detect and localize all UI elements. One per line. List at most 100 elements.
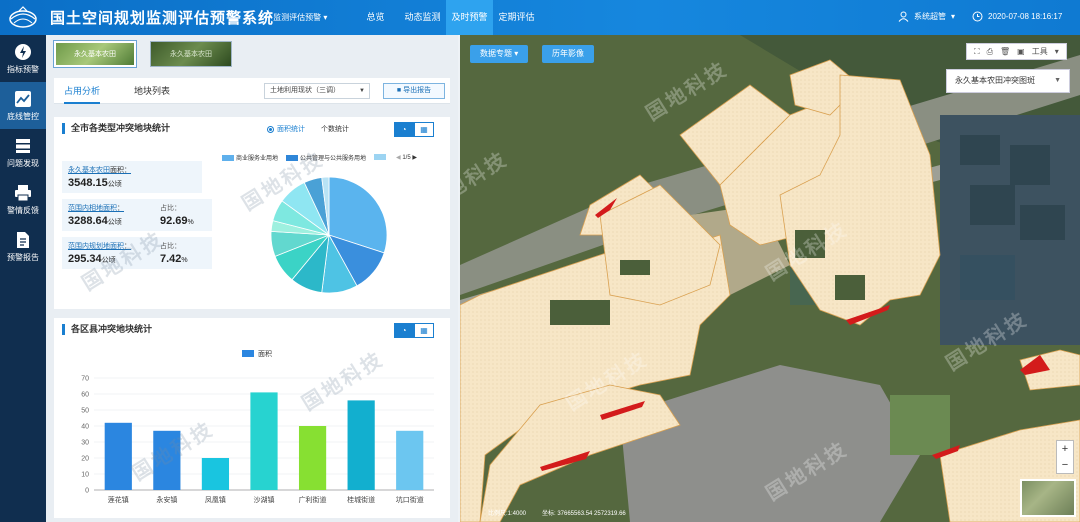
inside-area-link[interactable]: 范围内相地面积 <box>68 205 117 212</box>
sidebar-item-indicator-warning[interactable]: 指标预警 <box>0 35 46 82</box>
tab-occupation-analysis[interactable]: 占用分析 <box>64 78 101 104</box>
x-tick-label: 凤凰镇 <box>205 495 226 504</box>
bar[interactable] <box>396 430 424 490</box>
tools-label[interactable]: 工具 <box>1032 46 1048 57</box>
radio-dot <box>267 125 274 133</box>
analysis-panel: 永久基本农田 永久基本农田 占用分析 地块列表 土地利用现状（三调） ▼ ■ 导出… <box>46 35 458 522</box>
district-bar-chart: 面积 0 10 20 30 40 50 60 70 莲花镇 永安镇 凤凰镇 沙湖镇 广利街道 桂城街道 坑口街… <box>81 349 434 504</box>
bar[interactable] <box>153 430 181 490</box>
datetime-display: 2020-07-08 18:16:17 <box>972 11 1062 22</box>
history-imagery-button[interactable]: 历年影像 <box>542 45 594 63</box>
user-menu[interactable]: 系统超管 ▾ <box>898 11 955 22</box>
document-icon <box>17 231 29 248</box>
chevron-down-icon: ▼ <box>1054 77 1061 84</box>
outside-area-link[interactable]: 范围内规划地面积 <box>68 243 124 250</box>
fullscreen-icon[interactable]: ⛶ <box>974 47 980 57</box>
inside-area-unit: 公顷 <box>107 219 122 226</box>
sidebar-item-label: 警情反馈 <box>7 205 39 215</box>
pie-chart-view-icon[interactable]: ◔ <box>394 122 414 137</box>
caret-left-icon[interactable]: ◀ <box>396 155 401 161</box>
tab-parcel-list[interactable]: 地块列表 <box>134 78 170 104</box>
landuse-select-value: 土地利用现状（三调） <box>270 87 340 94</box>
sidebar-item-bottom-line-control[interactable]: 底线管控 <box>0 82 46 129</box>
nav-item-dynamic-monitoring[interactable]: 动态监测 <box>399 0 446 35</box>
legend-item[interactable]: 商业服务业用地 <box>222 153 278 162</box>
card-title: 各区县冲突地块统计 <box>62 324 152 335</box>
table-view-icon[interactable]: ▦ <box>414 323 434 338</box>
overview-map[interactable] <box>1020 479 1076 517</box>
inside-area-stat: 范围内相地面积： 3288.64公顷 占比： 92.69% <box>62 199 212 231</box>
chevron-down-icon: ▾ <box>514 49 519 58</box>
app-title: 国土空间规划监测评估预警系统 <box>50 10 275 27</box>
globe-logo-icon <box>9 6 37 28</box>
zoom-in-button[interactable]: + <box>1057 441 1073 457</box>
toolbox-icon[interactable]: ▣ <box>1017 47 1025 56</box>
legend-pager: ◀ 1/5 ▶ <box>396 154 417 161</box>
satellite-map[interactable]: 数据专题 ▾ 历年影像 ⛶ ⎙ 🗑 ▣ 工具 ▾ 永久基本农田冲突图斑 ▼ + −… <box>460 35 1080 522</box>
trash-icon[interactable]: 🗑 <box>1000 47 1010 56</box>
legend-label: 公共管理与公共服务用地 <box>300 156 367 162</box>
total-area-number: 3548.15 <box>68 177 108 189</box>
printer-icon <box>15 184 31 201</box>
inside-area-number: 3288.64 <box>68 215 108 227</box>
radio-count-stat[interactable]: 个数统计 <box>321 124 349 134</box>
radio-area-stat[interactable]: 面积统计 <box>267 124 305 134</box>
layer-thumb-basic-farmland[interactable]: 永久基本农田 <box>54 41 136 67</box>
inside-ratio: 占比： 92.69% <box>160 203 194 227</box>
sidebar-item-problem-discovery[interactable]: 问题发现 <box>0 129 46 176</box>
total-area-link[interactable]: 永久基本农田 <box>68 167 110 174</box>
map-layer-select-value: 永久基本农田冲突图斑 <box>955 76 1035 85</box>
total-area-label: 永久基本农田面积： <box>68 165 196 175</box>
analysis-tabs: 占用分析 地块列表 土地利用现状（三调） ▼ ■ 导出报告 <box>54 78 450 104</box>
data-topic-label: 数据专题 <box>480 49 512 58</box>
bar[interactable] <box>201 458 230 490</box>
export-report-button[interactable]: ■ 导出报告 <box>383 83 445 99</box>
view-toggle: ◔ ▦ <box>394 122 434 137</box>
chevron-down-icon: ▾ <box>1054 47 1059 56</box>
outside-area-stat: 范围内规划地面积： 295.34公顷 占比： 7.42% <box>62 237 212 269</box>
zoom-out-button[interactable]: − <box>1057 457 1073 473</box>
nav-item-overview[interactable]: 总览 <box>352 0 399 35</box>
y-tick-label: 40 <box>81 424 89 431</box>
ratio-label: 占比： <box>160 243 181 250</box>
print-icon[interactable]: ⎙ <box>987 47 993 57</box>
outside-area-number: 295.34 <box>68 253 102 265</box>
inside-area-tail: ： <box>117 205 124 212</box>
legend-item[interactable]: 公共管理与公共服务用地 <box>286 153 366 162</box>
sidebar-item-alert-feedback[interactable]: 警情反馈 <box>0 176 46 223</box>
bar[interactable] <box>104 422 132 490</box>
landuse-select[interactable]: 土地利用现状（三调） ▼ <box>264 83 370 99</box>
list-icon <box>16 138 30 153</box>
outside-ratio: 占比： 7.42% <box>160 241 188 265</box>
trend-chart-icon <box>15 90 31 107</box>
nav-item-timely-warning[interactable]: 及时预警 <box>446 0 493 35</box>
layer-thumb-basic-farmland-alt[interactable]: 永久基本农田 <box>150 41 232 67</box>
sidebar-item-label: 指标预警 <box>7 64 39 74</box>
legend-swatch[interactable] <box>242 350 254 357</box>
bar[interactable] <box>250 392 278 490</box>
data-topic-button[interactable]: 数据专题 ▾ <box>470 45 529 63</box>
sidebar: 指标预警 底线管控 问题发现 警情反馈 预警报告 <box>0 35 46 522</box>
bar[interactable] <box>347 400 375 490</box>
pie-chart-view-icon[interactable]: ◔ <box>394 323 414 338</box>
caret-right-icon[interactable]: ▶ <box>412 155 417 161</box>
legend-swatch <box>222 155 234 162</box>
y-tick-label: 10 <box>81 472 89 479</box>
user-icon <box>898 11 909 22</box>
legend-label: 面积 <box>258 349 272 358</box>
x-tick-label: 永安镇 <box>156 495 177 504</box>
zoom-control: + − <box>1056 440 1074 474</box>
map-coordinates: 坐标: 37665563.54 2572319.66 <box>542 511 626 517</box>
bar[interactable] <box>298 426 327 490</box>
module-select[interactable]: 监测评估预警 ▾ <box>268 12 327 23</box>
table-view-icon[interactable]: ▦ <box>414 122 434 137</box>
sidebar-item-warning-report[interactable]: 预警报告 <box>0 223 46 270</box>
nav-item-periodic-evaluation[interactable]: 定期评估 <box>493 0 540 35</box>
chevron-down-icon: ▾ <box>323 13 328 22</box>
map-layer-select[interactable]: 永久基本农田冲突图斑 ▼ <box>946 69 1070 93</box>
y-tick-label: 30 <box>81 440 89 447</box>
map-canvas <box>460 35 1080 522</box>
radio-label: 面积统计 <box>277 126 305 133</box>
sidebar-item-label: 预警报告 <box>7 252 39 262</box>
legend-item[interactable] <box>374 154 388 161</box>
